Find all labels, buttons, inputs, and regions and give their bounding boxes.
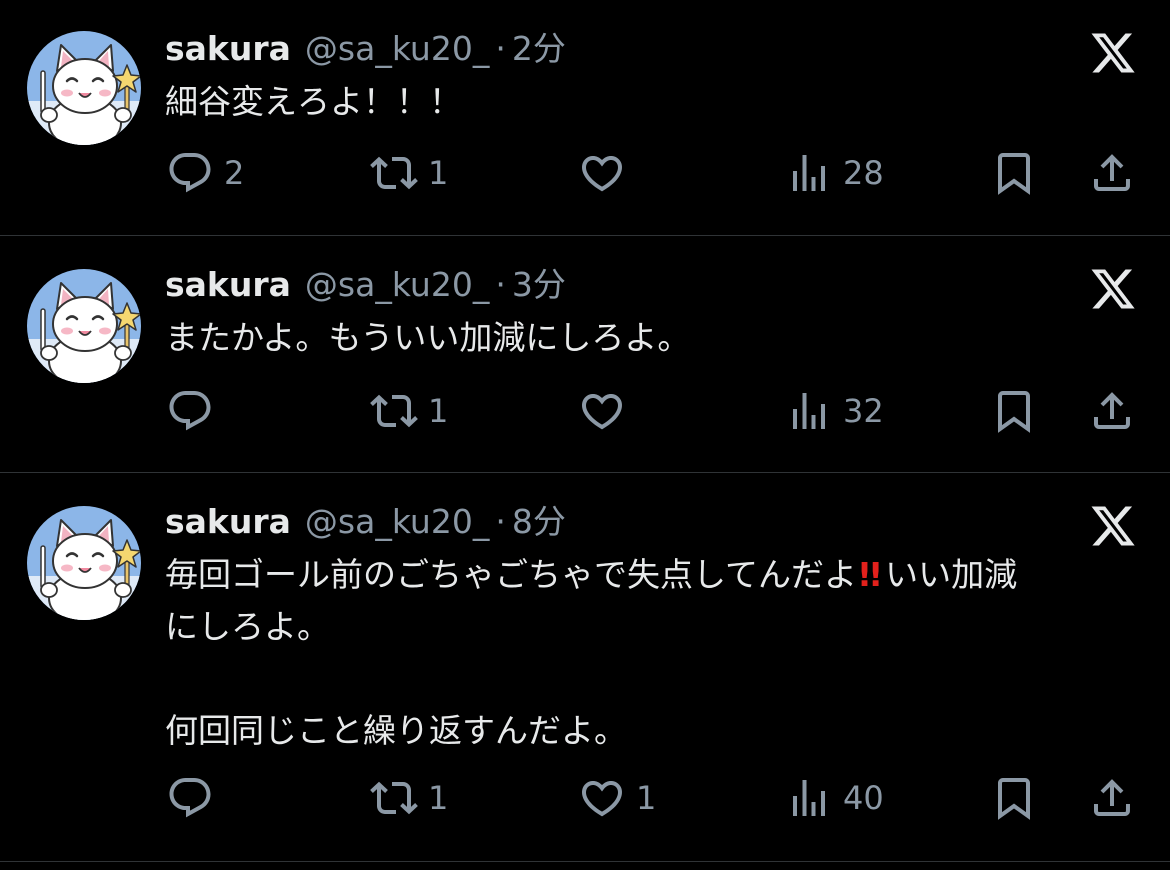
display-name[interactable]: sakura <box>165 499 291 545</box>
x-logo-icon[interactable] <box>1089 265 1137 313</box>
tweet-header: sakura @sa_ku20_ · 3分 <box>165 262 566 308</box>
like-button[interactable]: 1 <box>578 773 656 823</box>
views-icon <box>785 387 833 435</box>
tweet-text: 細谷変えろよ！！！ <box>165 76 1145 128</box>
tweet-text-line: またかよ。もういい加減にしろよ。 <box>165 318 691 357</box>
tweet-text-segment: いい加減 <box>885 555 1018 594</box>
separator-dot: · <box>495 502 506 541</box>
reply-button[interactable] <box>166 386 224 436</box>
retweet-button[interactable]: 1 <box>370 148 448 198</box>
views-icon <box>785 149 833 197</box>
tweet-header: sakura @sa_ku20_ · 8分 <box>165 499 566 545</box>
retweet-count: 1 <box>428 392 449 430</box>
double-exclamation-emoji: !! <box>857 555 883 594</box>
avatar-image <box>27 269 141 383</box>
like-button[interactable] <box>578 148 636 198</box>
divider <box>0 861 1170 862</box>
like-icon <box>578 774 626 822</box>
views-button[interactable]: 32 <box>785 386 884 436</box>
like-icon <box>578 149 626 197</box>
like-icon <box>578 387 626 435</box>
reply-icon <box>166 387 214 435</box>
x-logo-icon[interactable] <box>1089 502 1137 550</box>
views-button[interactable]: 40 <box>785 773 884 823</box>
timestamp[interactable]: 2分 <box>512 26 566 72</box>
views-icon <box>785 774 833 822</box>
tweet-text: またかよ。もういい加減にしろよ。 <box>165 312 1145 364</box>
tweet-text-line: 細谷変えろよ！！！ <box>165 82 462 121</box>
avatar-image <box>27 506 141 620</box>
bookmark-icon <box>990 149 1038 197</box>
like-count: 1 <box>636 779 657 817</box>
separator-dot: · <box>495 265 506 304</box>
tweet-text-line: 毎回ゴール前のごちゃごちゃで失点してんだよ!! いい加減 <box>165 549 1145 601</box>
bookmark-button[interactable] <box>990 148 1038 198</box>
share-icon <box>1088 387 1136 435</box>
retweet-icon <box>370 387 418 435</box>
like-button[interactable] <box>578 386 636 436</box>
bookmark-button[interactable] <box>990 773 1038 823</box>
user-handle[interactable]: @sa_ku20_ <box>305 499 489 545</box>
avatar-image <box>27 31 141 145</box>
share-button[interactable] <box>1088 773 1136 823</box>
retweet-icon <box>370 774 418 822</box>
reply-button[interactable]: 2 <box>166 148 244 198</box>
share-button[interactable] <box>1088 148 1136 198</box>
share-icon <box>1088 149 1136 197</box>
share-icon <box>1088 774 1136 822</box>
bookmark-button[interactable] <box>990 386 1038 436</box>
tweet-text-line: にしろよ。 <box>165 607 330 646</box>
views-count: 32 <box>843 392 884 430</box>
views-button[interactable]: 28 <box>785 148 884 198</box>
x-logo-icon[interactable] <box>1089 29 1137 77</box>
tweet[interactable]: sakura @sa_ku20_ · 2分 細谷変えろよ！！！ 2 1 28 <box>0 0 1170 235</box>
bookmark-icon <box>990 774 1038 822</box>
retweet-count: 1 <box>428 779 449 817</box>
avatar[interactable] <box>27 31 141 145</box>
reply-button[interactable] <box>166 773 224 823</box>
timestamp[interactable]: 3分 <box>512 262 566 308</box>
separator-dot: · <box>495 29 506 68</box>
views-count: 40 <box>843 779 884 817</box>
tweet[interactable]: sakura @sa_ku20_ · 3分 またかよ。もういい加減にしろよ。 1… <box>0 236 1170 472</box>
action-bar: 1 1 40 <box>0 773 1170 823</box>
share-button[interactable] <box>1088 386 1136 436</box>
action-bar: 1 32 <box>0 386 1170 436</box>
tweet-header: sakura @sa_ku20_ · 2分 <box>165 26 566 72</box>
display-name[interactable]: sakura <box>165 262 291 308</box>
reply-icon <box>166 149 214 197</box>
tweet[interactable]: sakura @sa_ku20_ · 8分 毎回ゴール前のごちゃごちゃで失点して… <box>0 473 1170 861</box>
reply-icon <box>166 774 214 822</box>
retweet-button[interactable]: 1 <box>370 773 448 823</box>
tweet-text-line: 何回同じこと繰り返すんだよ。 <box>165 711 627 750</box>
avatar[interactable] <box>27 506 141 620</box>
timestamp[interactable]: 8分 <box>512 499 566 545</box>
retweet-count: 1 <box>428 154 449 192</box>
user-handle[interactable]: @sa_ku20_ <box>305 262 489 308</box>
reply-count: 2 <box>224 154 245 192</box>
tweet-text-segment: 毎回ゴール前のごちゃごちゃで失点してんだよ <box>165 555 858 594</box>
retweet-button[interactable]: 1 <box>370 386 448 436</box>
display-name[interactable]: sakura <box>165 26 291 72</box>
views-count: 28 <box>843 154 884 192</box>
action-bar: 2 1 28 <box>0 148 1170 198</box>
avatar[interactable] <box>27 269 141 383</box>
bookmark-icon <box>990 387 1038 435</box>
retweet-icon <box>370 149 418 197</box>
user-handle[interactable]: @sa_ku20_ <box>305 26 489 72</box>
tweet-text: 毎回ゴール前のごちゃごちゃで失点してんだよ!! いい加減 にしろよ。 何回同じこと… <box>165 549 1145 757</box>
